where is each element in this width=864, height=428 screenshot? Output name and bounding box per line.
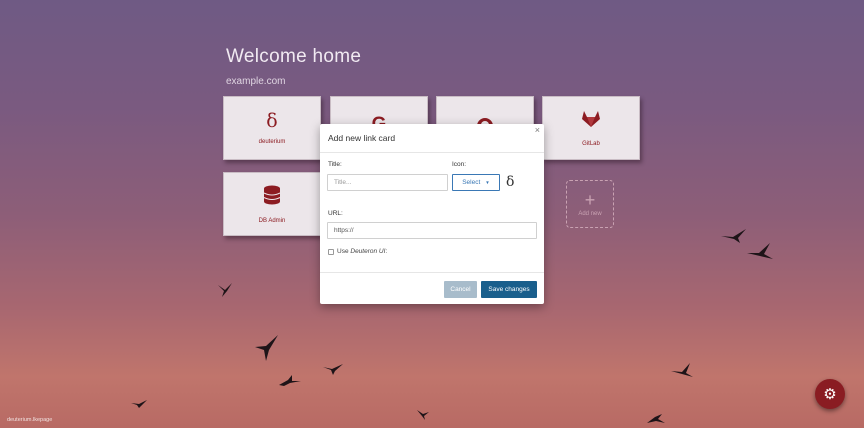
page-subtitle: example.com (226, 76, 286, 87)
page-header: Welcome home example.com (226, 46, 361, 87)
use-text-italic: Deuteron UI (350, 248, 386, 255)
bird-silhouette (720, 228, 748, 249)
bird-silhouette (416, 408, 430, 426)
bird-silhouette (646, 412, 666, 428)
cancel-button[interactable]: Cancel (444, 281, 477, 298)
title-field-label: Title: (328, 161, 342, 168)
modal-footer: Cancel Save changes (320, 272, 544, 304)
close-icon[interactable]: × (535, 125, 540, 135)
add-new-label: Add new (578, 211, 602, 217)
link-card-gitlab[interactable]: GitLab (542, 96, 640, 160)
link-card-label: DB Admin (258, 217, 286, 224)
bird-silhouette (130, 396, 148, 414)
database-icon (263, 185, 281, 210)
select-label: Select (462, 179, 481, 186)
use-text-suffix: : (385, 248, 388, 255)
delta-icon: δ (266, 109, 278, 132)
add-link-modal: Add new link card × Title: Icon: Select … (320, 124, 544, 304)
gitlab-icon (581, 110, 601, 133)
link-card-db-admin[interactable]: DB Admin (223, 172, 321, 236)
url-input[interactable] (327, 222, 537, 239)
modal-header: Add new link card × (320, 124, 544, 153)
plus-icon: + (584, 190, 596, 210)
add-new-card[interactable]: + Add new (566, 180, 614, 228)
url-field-label: URL: (328, 210, 343, 217)
page-title: Welcome home (226, 46, 362, 67)
link-card-label: deuterium (258, 138, 286, 145)
icon-field-label: Icon: (452, 161, 467, 168)
bird-silhouette (216, 282, 234, 303)
use-deuteron-label: Use Deuteron UI: (337, 248, 387, 255)
bird-silhouette (278, 374, 302, 392)
bird-silhouette (322, 362, 344, 381)
icon-preview-delta-icon: δ (506, 174, 515, 190)
gear-icon: ⚙ (823, 386, 837, 403)
modal-title: Add new link card (328, 133, 396, 143)
link-card-label: GitLab (582, 140, 600, 147)
bird-silhouette (670, 362, 694, 383)
bird-silhouette (254, 334, 280, 367)
icon-select-dropdown[interactable]: Select ▼ (452, 174, 500, 191)
use-text-prefix: Use (337, 248, 351, 255)
save-changes-button[interactable]: Save changes (481, 281, 537, 298)
title-input[interactable] (327, 174, 448, 191)
caret-down-icon: ▼ (485, 180, 490, 185)
use-deuteron-checkbox[interactable] (328, 248, 334, 255)
link-card-deuterium[interactable]: δ deuterium (223, 96, 321, 160)
settings-fab[interactable]: ⚙ (815, 379, 845, 409)
footer-text: deuterium.lkepage (7, 417, 53, 423)
bird-silhouette (746, 242, 774, 265)
use-deuteron-row: Use Deuteron UI: (328, 248, 387, 255)
